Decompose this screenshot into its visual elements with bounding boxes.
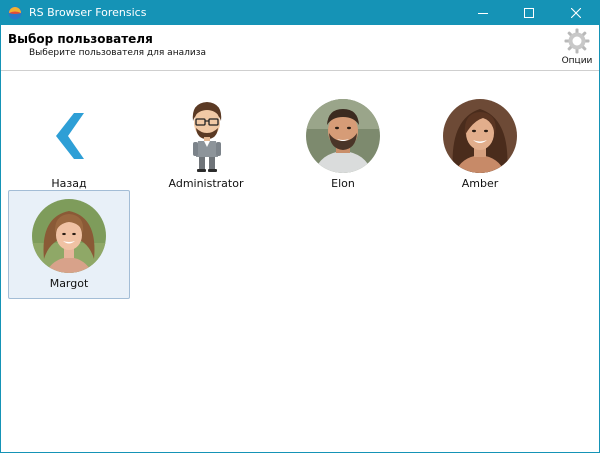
title-bar[interactable]: RS Browser Forensics bbox=[1, 1, 599, 25]
page-header: Выбор пользователя Выберите пользователя… bbox=[1, 25, 599, 71]
maximize-icon bbox=[524, 8, 534, 18]
user-tile-margot[interactable]: Margot bbox=[8, 190, 130, 299]
amber-avatar bbox=[443, 99, 517, 173]
close-button[interactable] bbox=[553, 1, 599, 25]
administrator-label: Administrator bbox=[168, 177, 244, 190]
gear-icon bbox=[564, 28, 590, 54]
chevron-left-icon bbox=[56, 113, 84, 159]
back-button[interactable]: Назад bbox=[8, 90, 130, 198]
page-subtitle: Выберите пользователя для анализа bbox=[29, 48, 207, 58]
minimize-icon bbox=[478, 13, 488, 14]
administrator-avatar bbox=[192, 102, 222, 172]
user-tile-elon[interactable]: Elon bbox=[282, 90, 404, 198]
window-title: RS Browser Forensics bbox=[29, 6, 147, 19]
elon-label: Elon bbox=[331, 177, 355, 190]
app-window: RS Browser Forensics Выбор пользователя … bbox=[0, 0, 600, 453]
user-tile-administrator[interactable]: Administrator bbox=[145, 90, 267, 198]
margot-label: Margot bbox=[49, 277, 89, 290]
minimize-button[interactable] bbox=[460, 1, 506, 25]
page-title: Выбор пользователя bbox=[8, 32, 153, 46]
close-icon bbox=[571, 8, 581, 18]
app-logo-icon bbox=[8, 6, 22, 20]
maximize-button[interactable] bbox=[506, 1, 552, 25]
options-button[interactable]: Опции bbox=[557, 28, 597, 68]
elon-avatar bbox=[306, 99, 380, 173]
user-tile-amber[interactable]: Amber bbox=[419, 90, 541, 198]
amber-label: Amber bbox=[461, 177, 499, 190]
back-label: Назад bbox=[51, 177, 87, 190]
margot-avatar bbox=[32, 199, 106, 273]
options-label: Опции bbox=[561, 56, 593, 66]
